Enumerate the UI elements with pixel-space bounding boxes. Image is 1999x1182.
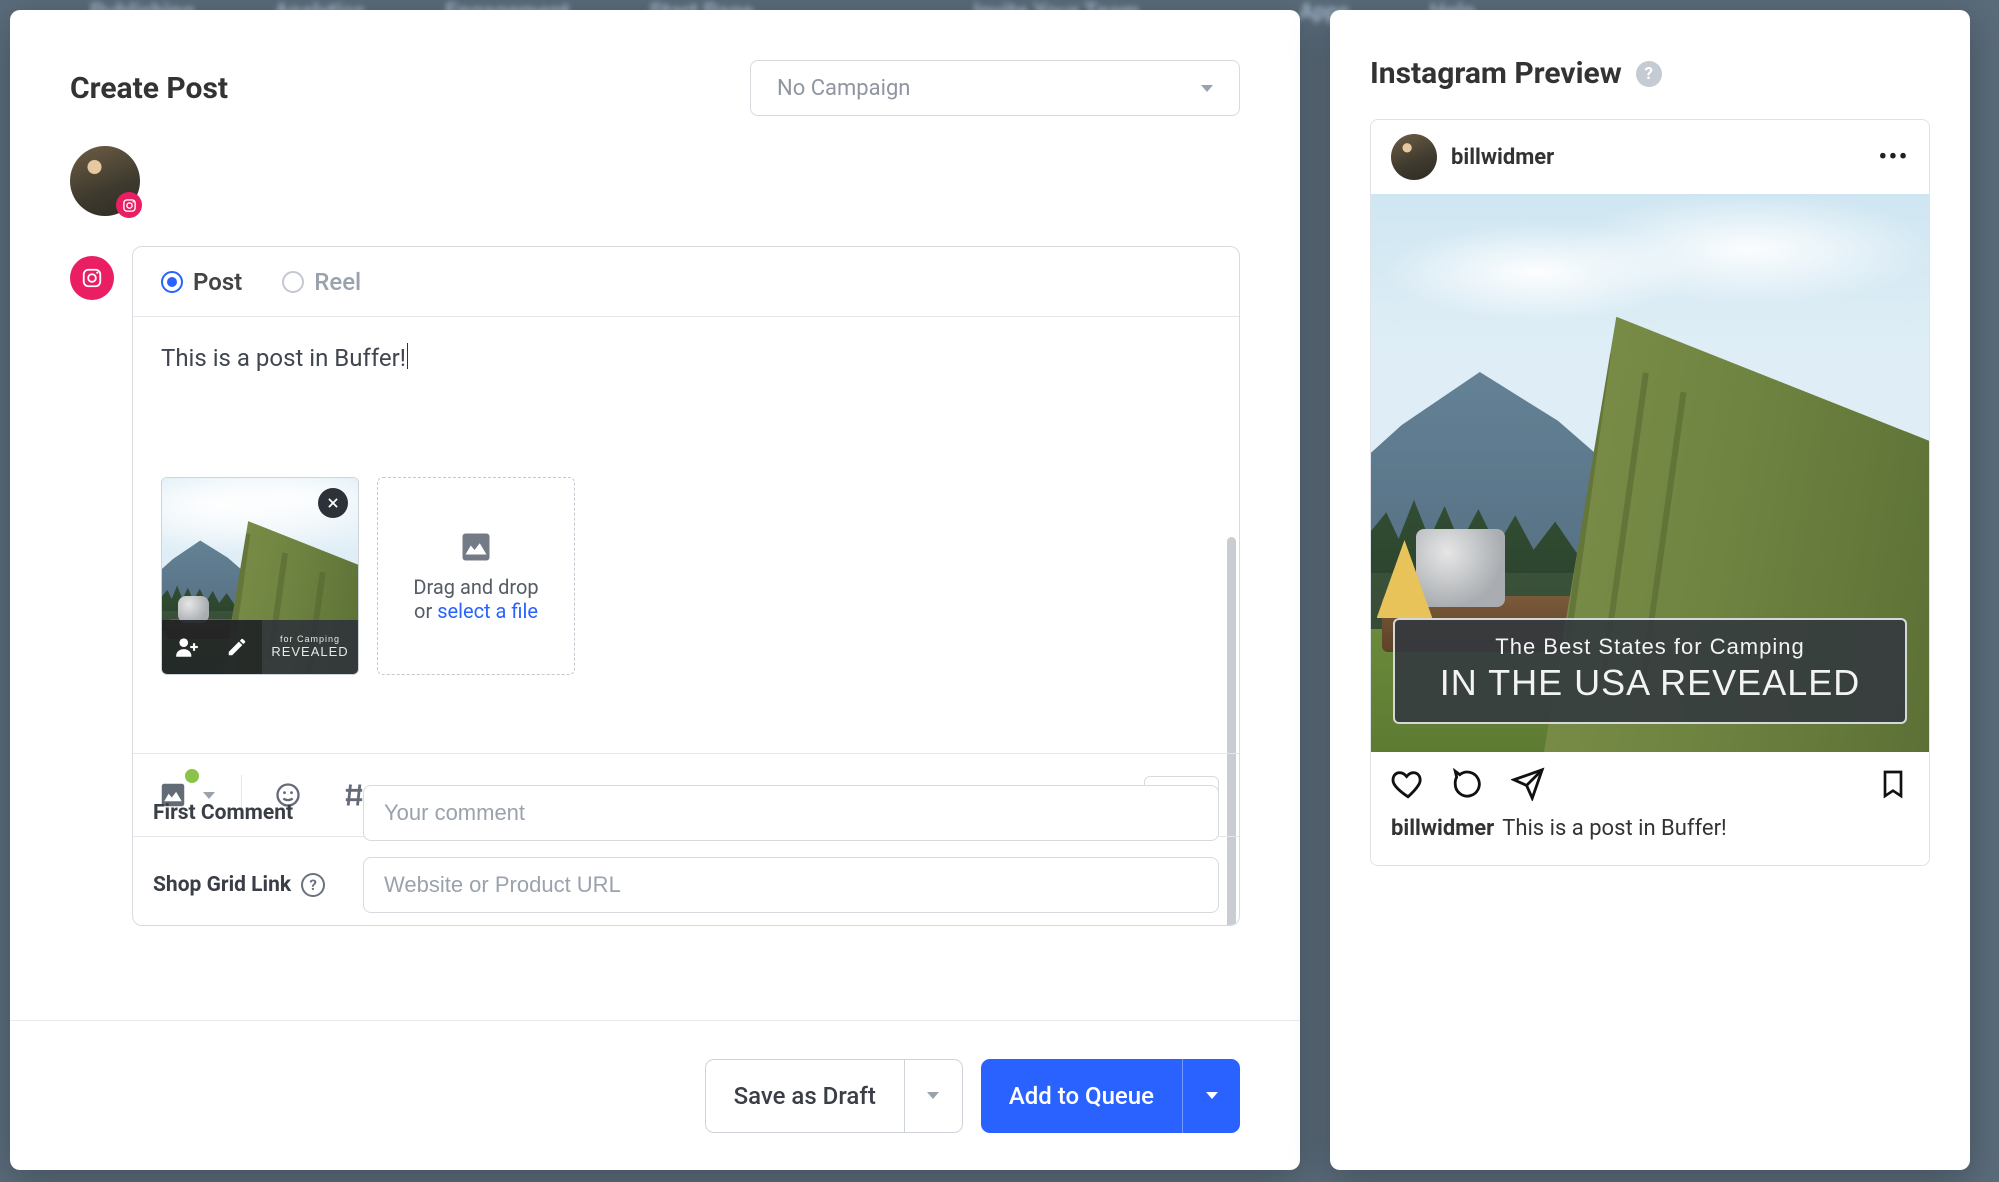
text-cursor [407, 343, 408, 369]
add-media-dropzone[interactable]: Drag and drop or select a file [377, 477, 575, 675]
image-overlay-text: The Best States for Camping IN THE USA R… [1393, 618, 1906, 724]
chevron-down-icon [927, 1092, 939, 1099]
thumb-overlay-text: for Camping REVEALED [262, 620, 358, 674]
preview-title: Instagram Preview ? [1370, 56, 1930, 91]
campaign-select-value: No Campaign [777, 76, 910, 101]
instagram-badge-icon [116, 192, 142, 218]
account-avatar[interactable] [70, 146, 140, 216]
preview-avatar [1391, 134, 1437, 180]
chevron-down-icon [1201, 85, 1213, 92]
help-icon[interactable]: ? [301, 873, 325, 897]
save-draft-button[interactable]: Save as Draft [705, 1059, 963, 1133]
tag-people-button[interactable] [162, 620, 212, 674]
save-draft-dropdown[interactable] [904, 1060, 962, 1132]
preview-caption: billwidmerThis is a post in Buffer! [1371, 816, 1929, 865]
create-post-panel: Create Post No Campaign [10, 10, 1300, 1170]
post-type-tabs: Post Reel [133, 247, 1239, 317]
attached-image-thumb[interactable]: for Camping REVEALED [161, 477, 359, 675]
radio-selected-icon [161, 271, 183, 293]
image-icon [458, 529, 494, 565]
channel-instagram-icon[interactable] [70, 256, 114, 300]
add-to-queue-dropdown[interactable] [1182, 1059, 1240, 1133]
preview-action-bar [1371, 752, 1929, 816]
heart-icon[interactable] [1391, 767, 1425, 801]
edit-image-button[interactable] [212, 620, 262, 674]
preview-image: The Best States for Camping IN THE USA R… [1371, 194, 1929, 752]
bookmark-icon[interactable] [1877, 768, 1909, 800]
select-file-link[interactable]: select a file [437, 599, 538, 623]
instagram-preview-panel: Instagram Preview ? billwidmer ••• [1330, 10, 1970, 1170]
add-to-queue-button[interactable]: Add to Queue [981, 1059, 1240, 1133]
radio-unselected-icon [282, 271, 304, 293]
compose-card: Post Reel This is a post in Buffer! [132, 246, 1240, 926]
tab-post[interactable]: Post [161, 268, 242, 296]
share-icon[interactable] [1511, 767, 1545, 801]
first-comment-label: First Comment [153, 801, 343, 825]
composer-footer: Save as Draft Add to Queue [10, 1020, 1300, 1170]
shop-grid-row: Shop Grid Link ? [153, 857, 1219, 913]
remove-image-button[interactable] [318, 488, 348, 518]
instagram-card: billwidmer ••• The Best States for Campi… [1370, 119, 1930, 866]
post-text-input[interactable]: This is a post in Buffer! [133, 317, 1239, 477]
help-icon[interactable]: ? [1636, 61, 1662, 87]
page-title: Create Post [70, 71, 228, 106]
more-options-button[interactable]: ••• [1879, 145, 1909, 170]
preview-username: billwidmer [1451, 145, 1554, 170]
chevron-down-icon [1206, 1092, 1218, 1099]
first-comment-input[interactable] [363, 785, 1219, 841]
shop-grid-label: Shop Grid Link ? [153, 873, 343, 897]
dropzone-text: Drag and drop or select a file [413, 575, 538, 623]
first-comment-row: First Comment [153, 785, 1219, 841]
shop-grid-input[interactable] [363, 857, 1219, 913]
comment-icon[interactable] [1451, 767, 1485, 801]
tab-reel[interactable]: Reel [282, 268, 361, 296]
campaign-select[interactable]: No Campaign [750, 60, 1240, 116]
